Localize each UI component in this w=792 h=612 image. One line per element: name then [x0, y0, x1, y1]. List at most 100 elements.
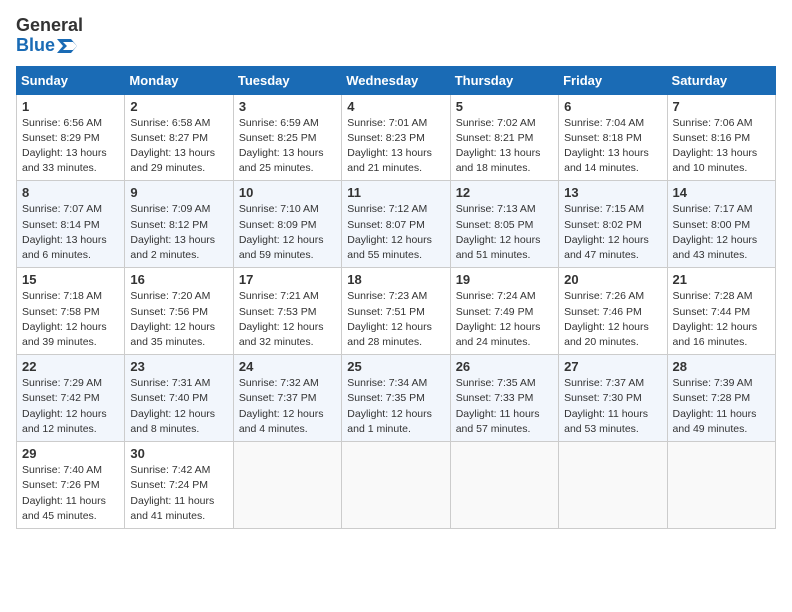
day-cell: 20 Sunrise: 7:26 AM Sunset: 7:46 PM Dayli… — [559, 268, 667, 355]
day-cell: 17 Sunrise: 7:21 AM Sunset: 7:53 PM Dayli… — [233, 268, 341, 355]
day-number: 12 — [456, 185, 553, 200]
day-info: Sunrise: 7:06 AM Sunset: 8:16 PM Dayligh… — [673, 116, 770, 177]
day-number: 20 — [564, 272, 661, 287]
day-number: 10 — [239, 185, 336, 200]
day-number: 22 — [22, 359, 119, 374]
day-number: 19 — [456, 272, 553, 287]
day-info: Sunrise: 7:15 AM Sunset: 8:02 PM Dayligh… — [564, 202, 661, 263]
day-info: Sunrise: 7:42 AM Sunset: 7:24 PM Dayligh… — [130, 463, 227, 524]
day-number: 3 — [239, 99, 336, 114]
column-header-thursday: Thursday — [450, 66, 558, 94]
column-header-sunday: Sunday — [17, 66, 125, 94]
week-row-1: 1 Sunrise: 6:56 AM Sunset: 8:29 PM Daylig… — [17, 94, 776, 181]
week-row-4: 22 Sunrise: 7:29 AM Sunset: 7:42 PM Dayli… — [17, 355, 776, 442]
week-row-5: 29 Sunrise: 7:40 AM Sunset: 7:26 PM Dayli… — [17, 442, 776, 529]
day-number: 2 — [130, 99, 227, 114]
column-header-wednesday: Wednesday — [342, 66, 450, 94]
day-number: 6 — [564, 99, 661, 114]
logo-arrow-icon — [57, 39, 77, 53]
day-info: Sunrise: 7:18 AM Sunset: 7:58 PM Dayligh… — [22, 289, 119, 350]
day-info: Sunrise: 7:39 AM Sunset: 7:28 PM Dayligh… — [673, 376, 770, 437]
day-cell: 14 Sunrise: 7:17 AM Sunset: 8:00 PM Dayli… — [667, 181, 775, 268]
day-info: Sunrise: 7:17 AM Sunset: 8:00 PM Dayligh… — [673, 202, 770, 263]
day-info: Sunrise: 7:40 AM Sunset: 7:26 PM Dayligh… — [22, 463, 119, 524]
day-cell — [233, 442, 341, 529]
day-cell: 18Sunrise: 7:23 AM Sunset: 7:51 PM Dayli… — [342, 268, 450, 355]
column-header-monday: Monday — [125, 66, 233, 94]
column-header-friday: Friday — [559, 66, 667, 94]
day-number: 29 — [22, 446, 119, 461]
day-cell: 23 Sunrise: 7:31 AM Sunset: 7:40 PM Dayli… — [125, 355, 233, 442]
day-number: 18 — [347, 272, 444, 287]
day-number: 8 — [22, 185, 119, 200]
day-cell: 3 Sunrise: 6:59 AM Sunset: 8:25 PM Daylig… — [233, 94, 341, 181]
day-cell: 21 Sunrise: 7:28 AM Sunset: 7:44 PM Dayli… — [667, 268, 775, 355]
day-info: Sunrise: 7:09 AM Sunset: 8:12 PM Dayligh… — [130, 202, 227, 263]
column-header-tuesday: Tuesday — [233, 66, 341, 94]
day-cell: 1 Sunrise: 6:56 AM Sunset: 8:29 PM Daylig… — [17, 94, 125, 181]
day-number: 5 — [456, 99, 553, 114]
day-number: 15 — [22, 272, 119, 287]
day-cell: 26Sunrise: 7:35 AM Sunset: 7:33 PM Dayli… — [450, 355, 558, 442]
day-cell: 25 Sunrise: 7:34 AM Sunset: 7:35 PM Dayli… — [342, 355, 450, 442]
day-info: Sunrise: 7:29 AM Sunset: 7:42 PM Dayligh… — [22, 376, 119, 437]
day-info: Sunrise: 7:35 AM Sunset: 7:33 PM Dayligh… — [456, 376, 553, 437]
day-info: Sunrise: 6:58 AM Sunset: 8:27 PM Dayligh… — [130, 116, 227, 177]
day-info: Sunrise: 6:56 AM Sunset: 8:29 PM Dayligh… — [22, 116, 119, 177]
day-number: 11 — [347, 185, 444, 200]
calendar-header-row: SundayMondayTuesdayWednesdayThursdayFrid… — [17, 66, 776, 94]
day-info: Sunrise: 7:20 AM Sunset: 7:56 PM Dayligh… — [130, 289, 227, 350]
day-number: 28 — [673, 359, 770, 374]
day-cell: 11Sunrise: 7:12 AM Sunset: 8:07 PM Dayli… — [342, 181, 450, 268]
logo: General Blue — [16, 16, 83, 56]
week-row-3: 15 Sunrise: 7:18 AM Sunset: 7:58 PM Dayli… — [17, 268, 776, 355]
day-info: Sunrise: 7:24 AM Sunset: 7:49 PM Dayligh… — [456, 289, 553, 350]
day-info: Sunrise: 7:10 AM Sunset: 8:09 PM Dayligh… — [239, 202, 336, 263]
day-number: 14 — [673, 185, 770, 200]
day-cell: 7 Sunrise: 7:06 AM Sunset: 8:16 PM Daylig… — [667, 94, 775, 181]
day-info: Sunrise: 7:26 AM Sunset: 7:46 PM Dayligh… — [564, 289, 661, 350]
day-info: Sunrise: 7:04 AM Sunset: 8:18 PM Dayligh… — [564, 116, 661, 177]
day-cell: 13 Sunrise: 7:15 AM Sunset: 8:02 PM Dayli… — [559, 181, 667, 268]
day-number: 23 — [130, 359, 227, 374]
day-info: Sunrise: 7:07 AM Sunset: 8:14 PM Dayligh… — [22, 202, 119, 263]
day-number: 21 — [673, 272, 770, 287]
day-info: Sunrise: 7:31 AM Sunset: 7:40 PM Dayligh… — [130, 376, 227, 437]
day-info: Sunrise: 6:59 AM Sunset: 8:25 PM Dayligh… — [239, 116, 336, 177]
day-cell: 4 Sunrise: 7:01 AM Sunset: 8:23 PM Daylig… — [342, 94, 450, 181]
day-number: 4 — [347, 99, 444, 114]
day-cell: 12 Sunrise: 7:13 AM Sunset: 8:05 PM Dayli… — [450, 181, 558, 268]
day-info: Sunrise: 7:21 AM Sunset: 7:53 PM Dayligh… — [239, 289, 336, 350]
day-number: 17 — [239, 272, 336, 287]
day-number: 13 — [564, 185, 661, 200]
day-cell: 19 Sunrise: 7:24 AM Sunset: 7:49 PM Dayli… — [450, 268, 558, 355]
day-number: 9 — [130, 185, 227, 200]
day-cell — [342, 442, 450, 529]
week-row-2: 8 Sunrise: 7:07 AM Sunset: 8:14 PM Daylig… — [17, 181, 776, 268]
header: General Blue — [16, 16, 776, 56]
day-cell: 29 Sunrise: 7:40 AM Sunset: 7:26 PM Dayli… — [17, 442, 125, 529]
day-number: 7 — [673, 99, 770, 114]
day-cell: 5 Sunrise: 7:02 AM Sunset: 8:21 PM Daylig… — [450, 94, 558, 181]
column-header-saturday: Saturday — [667, 66, 775, 94]
day-info: Sunrise: 7:28 AM Sunset: 7:44 PM Dayligh… — [673, 289, 770, 350]
logo-general: General — [16, 16, 83, 36]
day-info: Sunrise: 7:34 AM Sunset: 7:35 PM Dayligh… — [347, 376, 444, 437]
day-cell: 24Sunrise: 7:32 AM Sunset: 7:37 PM Dayli… — [233, 355, 341, 442]
day-number: 1 — [22, 99, 119, 114]
day-cell: 15 Sunrise: 7:18 AM Sunset: 7:58 PM Dayli… — [17, 268, 125, 355]
day-cell: 28 Sunrise: 7:39 AM Sunset: 7:28 PM Dayli… — [667, 355, 775, 442]
day-info: Sunrise: 7:32 AM Sunset: 7:37 PM Dayligh… — [239, 376, 336, 437]
day-info: Sunrise: 7:01 AM Sunset: 8:23 PM Dayligh… — [347, 116, 444, 177]
day-info: Sunrise: 7:13 AM Sunset: 8:05 PM Dayligh… — [456, 202, 553, 263]
day-info: Sunrise: 7:02 AM Sunset: 8:21 PM Dayligh… — [456, 116, 553, 177]
day-number: 25 — [347, 359, 444, 374]
logo-blue: Blue — [16, 36, 77, 56]
day-cell: 27Sunrise: 7:37 AM Sunset: 7:30 PM Dayli… — [559, 355, 667, 442]
day-cell: 8 Sunrise: 7:07 AM Sunset: 8:14 PM Daylig… — [17, 181, 125, 268]
day-cell: 9 Sunrise: 7:09 AM Sunset: 8:12 PM Daylig… — [125, 181, 233, 268]
day-cell: 30 Sunrise: 7:42 AM Sunset: 7:24 PM Dayli… — [125, 442, 233, 529]
day-number: 30 — [130, 446, 227, 461]
calendar-table: SundayMondayTuesdayWednesdayThursdayFrid… — [16, 66, 776, 529]
day-cell: 10 Sunrise: 7:10 AM Sunset: 8:09 PM Dayli… — [233, 181, 341, 268]
